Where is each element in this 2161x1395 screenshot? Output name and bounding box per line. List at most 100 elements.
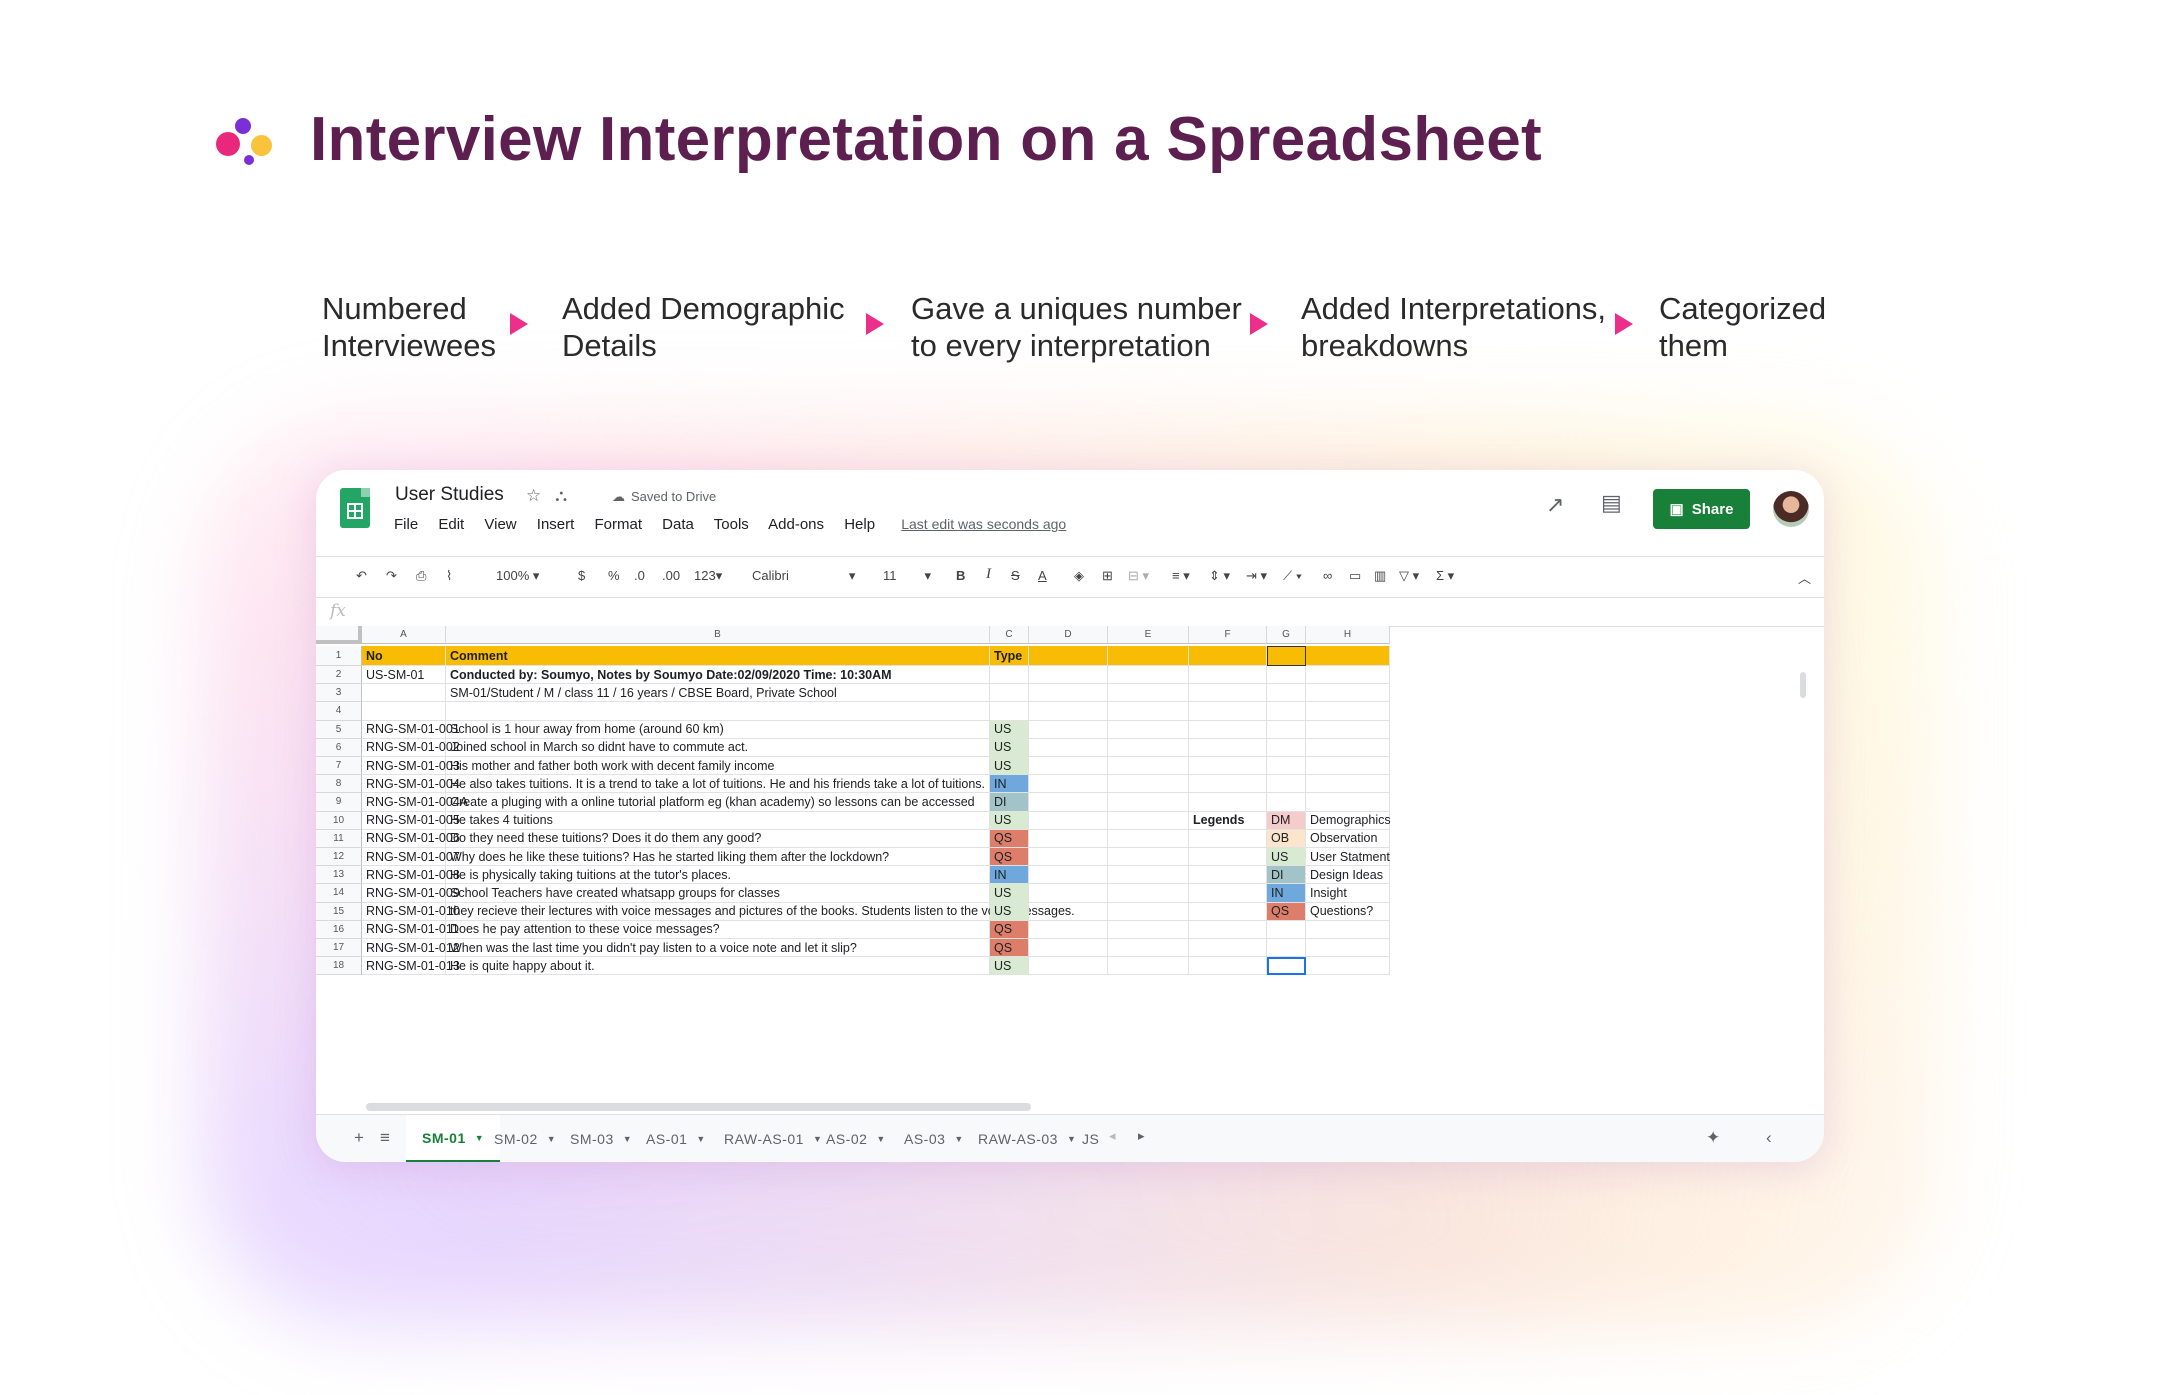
scroll-tabs-left-icon[interactable]: ◂ bbox=[1109, 1128, 1116, 1144]
table-cell[interactable] bbox=[362, 684, 446, 703]
table-cell[interactable]: QS bbox=[990, 848, 1029, 867]
table-cell[interactable] bbox=[1108, 957, 1189, 976]
table-cell[interactable]: SM-01/Student / M / class 11 / 16 years … bbox=[446, 684, 990, 703]
table-cell[interactable] bbox=[1189, 757, 1267, 776]
legend-label[interactable]: Observation bbox=[1306, 829, 1390, 848]
table-cell[interactable] bbox=[1267, 957, 1306, 976]
last-edit-link[interactable]: Last edit was seconds ago bbox=[901, 516, 1066, 532]
table-cell[interactable] bbox=[1108, 920, 1189, 939]
table-cell[interactable]: RNG-SM-01-008 bbox=[362, 866, 460, 885]
table-cell[interactable] bbox=[1108, 866, 1189, 885]
legend-code[interactable]: QS bbox=[1267, 902, 1306, 921]
table-cell[interactable]: He takes 4 tuitions bbox=[446, 811, 990, 830]
borders-icon[interactable]: ⊞ bbox=[1102, 568, 1113, 584]
decrease-decimal-button[interactable]: .0 bbox=[634, 568, 645, 583]
table-cell[interactable] bbox=[1306, 920, 1390, 939]
table-cell[interactable] bbox=[1189, 738, 1267, 757]
fill-color-icon[interactable]: ◈ bbox=[1074, 568, 1084, 584]
sheet-tab-raw-as-01[interactable]: RAW-AS-01 ▼ bbox=[714, 1115, 832, 1162]
table-cell[interactable] bbox=[1029, 866, 1108, 885]
table-cell[interactable]: US bbox=[990, 884, 1029, 903]
column-header-d[interactable]: D bbox=[1029, 626, 1108, 644]
table-cell[interactable]: US bbox=[990, 902, 1029, 921]
legend-code[interactable]: IN bbox=[1267, 884, 1306, 903]
link-icon[interactable]: ∞ bbox=[1323, 568, 1332, 583]
header-cell[interactable] bbox=[1189, 646, 1267, 666]
table-cell[interactable] bbox=[1306, 957, 1390, 976]
merge-cells-icon[interactable]: ⊟ ▾ bbox=[1128, 568, 1149, 584]
italic-icon[interactable]: I bbox=[986, 566, 991, 583]
vertical-align-icon[interactable]: ⇕ ▾ bbox=[1209, 568, 1230, 584]
table-cell[interactable] bbox=[1108, 757, 1189, 776]
row-header-15[interactable]: 15 bbox=[316, 902, 362, 921]
table-cell[interactable] bbox=[990, 702, 1029, 721]
table-cell[interactable] bbox=[1306, 939, 1390, 958]
legend-title[interactable]: Legends bbox=[1189, 811, 1267, 830]
tab-menu-caret-icon[interactable]: ▼ bbox=[696, 1134, 705, 1144]
table-cell[interactable] bbox=[1029, 720, 1108, 739]
table-cell[interactable]: QS bbox=[990, 939, 1029, 958]
row-header-18[interactable]: 18 bbox=[316, 957, 362, 976]
table-cell[interactable] bbox=[1306, 738, 1390, 757]
table-cell[interactable]: School Teachers have created whatsapp gr… bbox=[446, 884, 990, 903]
sheet-tab-sm-02[interactable]: SM-02 ▼ bbox=[484, 1115, 566, 1162]
table-cell[interactable] bbox=[1189, 884, 1267, 903]
table-cell[interactable] bbox=[362, 702, 446, 721]
menu-tools[interactable]: Tools bbox=[714, 516, 749, 533]
sheet-tab-sm-03[interactable]: SM-03 ▼ bbox=[560, 1115, 642, 1162]
table-cell[interactable]: He is quite happy about it. bbox=[446, 957, 990, 976]
menu-help[interactable]: Help bbox=[844, 516, 875, 533]
font-size-select[interactable]: 11 ▾ bbox=[883, 568, 931, 584]
table-cell[interactable]: RNG-SM-01-002 bbox=[362, 738, 460, 757]
select-all-corner[interactable] bbox=[316, 626, 362, 644]
table-cell[interactable] bbox=[1029, 666, 1108, 685]
table-cell[interactable]: RNG-SM-01-013 bbox=[362, 957, 460, 976]
table-cell[interactable] bbox=[1029, 702, 1108, 721]
table-cell[interactable] bbox=[1108, 666, 1189, 685]
document-title[interactable]: User Studies bbox=[395, 484, 504, 506]
table-cell[interactable]: IN bbox=[990, 775, 1029, 794]
table-cell[interactable]: RNG-SM-01-001 bbox=[362, 720, 460, 739]
comment-history-icon[interactable]: ▤ bbox=[1601, 490, 1622, 516]
table-cell[interactable] bbox=[1267, 939, 1306, 958]
table-cell[interactable] bbox=[1189, 775, 1267, 794]
table-cell[interactable] bbox=[1306, 684, 1390, 703]
table-cell[interactable]: they recieve their lectures with voice m… bbox=[446, 902, 1075, 921]
column-header-h[interactable]: H bbox=[1306, 626, 1390, 644]
strikethrough-icon[interactable]: S bbox=[1011, 568, 1020, 583]
text-rotation-icon[interactable]: ⟋ ▾ bbox=[1283, 568, 1302, 584]
table-cell[interactable] bbox=[1189, 829, 1267, 848]
table-cell[interactable]: He is physically taking tuitions at the … bbox=[446, 866, 990, 885]
table-cell[interactable] bbox=[1108, 738, 1189, 757]
table-cell[interactable] bbox=[1029, 957, 1108, 976]
column-header-f[interactable]: F bbox=[1189, 626, 1267, 644]
table-cell[interactable] bbox=[1029, 757, 1108, 776]
row-header-1[interactable]: 1 bbox=[316, 646, 362, 666]
column-header-b[interactable]: B bbox=[446, 626, 990, 644]
row-header-17[interactable]: 17 bbox=[316, 939, 362, 958]
legend-code[interactable]: OB bbox=[1267, 829, 1306, 848]
header-cell[interactable] bbox=[1029, 646, 1108, 666]
tab-menu-caret-icon[interactable]: ▼ bbox=[954, 1134, 963, 1144]
sheet-tab-as-01[interactable]: AS-01 ▼ bbox=[636, 1115, 716, 1162]
table-cell[interactable] bbox=[1189, 848, 1267, 867]
table-cell[interactable] bbox=[1267, 793, 1306, 812]
move-to-drive-icon[interactable]: ⛬ bbox=[555, 486, 567, 505]
header-cell[interactable]: Type bbox=[990, 646, 1029, 666]
table-cell[interactable] bbox=[1267, 757, 1306, 776]
table-cell[interactable] bbox=[1189, 684, 1267, 703]
table-cell[interactable]: US-SM-01 bbox=[362, 666, 446, 685]
table-cell[interactable] bbox=[1306, 702, 1390, 721]
table-cell[interactable]: US bbox=[990, 720, 1029, 739]
table-cell[interactable]: RNG-SM-01-007 bbox=[362, 848, 460, 867]
table-cell[interactable]: Joined school in March so didnt have to … bbox=[446, 738, 990, 757]
row-header-2[interactable]: 2 bbox=[316, 666, 362, 685]
insert-chart-icon[interactable]: ▥ bbox=[1374, 568, 1386, 584]
table-cell[interactable]: RNG-SM-01-009 bbox=[362, 884, 460, 903]
table-cell[interactable] bbox=[1029, 884, 1108, 903]
all-sheets-icon[interactable]: ≡ bbox=[380, 1128, 390, 1148]
table-cell[interactable] bbox=[1108, 902, 1189, 921]
row-header-10[interactable]: 10 bbox=[316, 811, 362, 830]
column-header-e[interactable]: E bbox=[1108, 626, 1189, 644]
zoom-select[interactable]: 100% ▾ bbox=[496, 568, 539, 584]
